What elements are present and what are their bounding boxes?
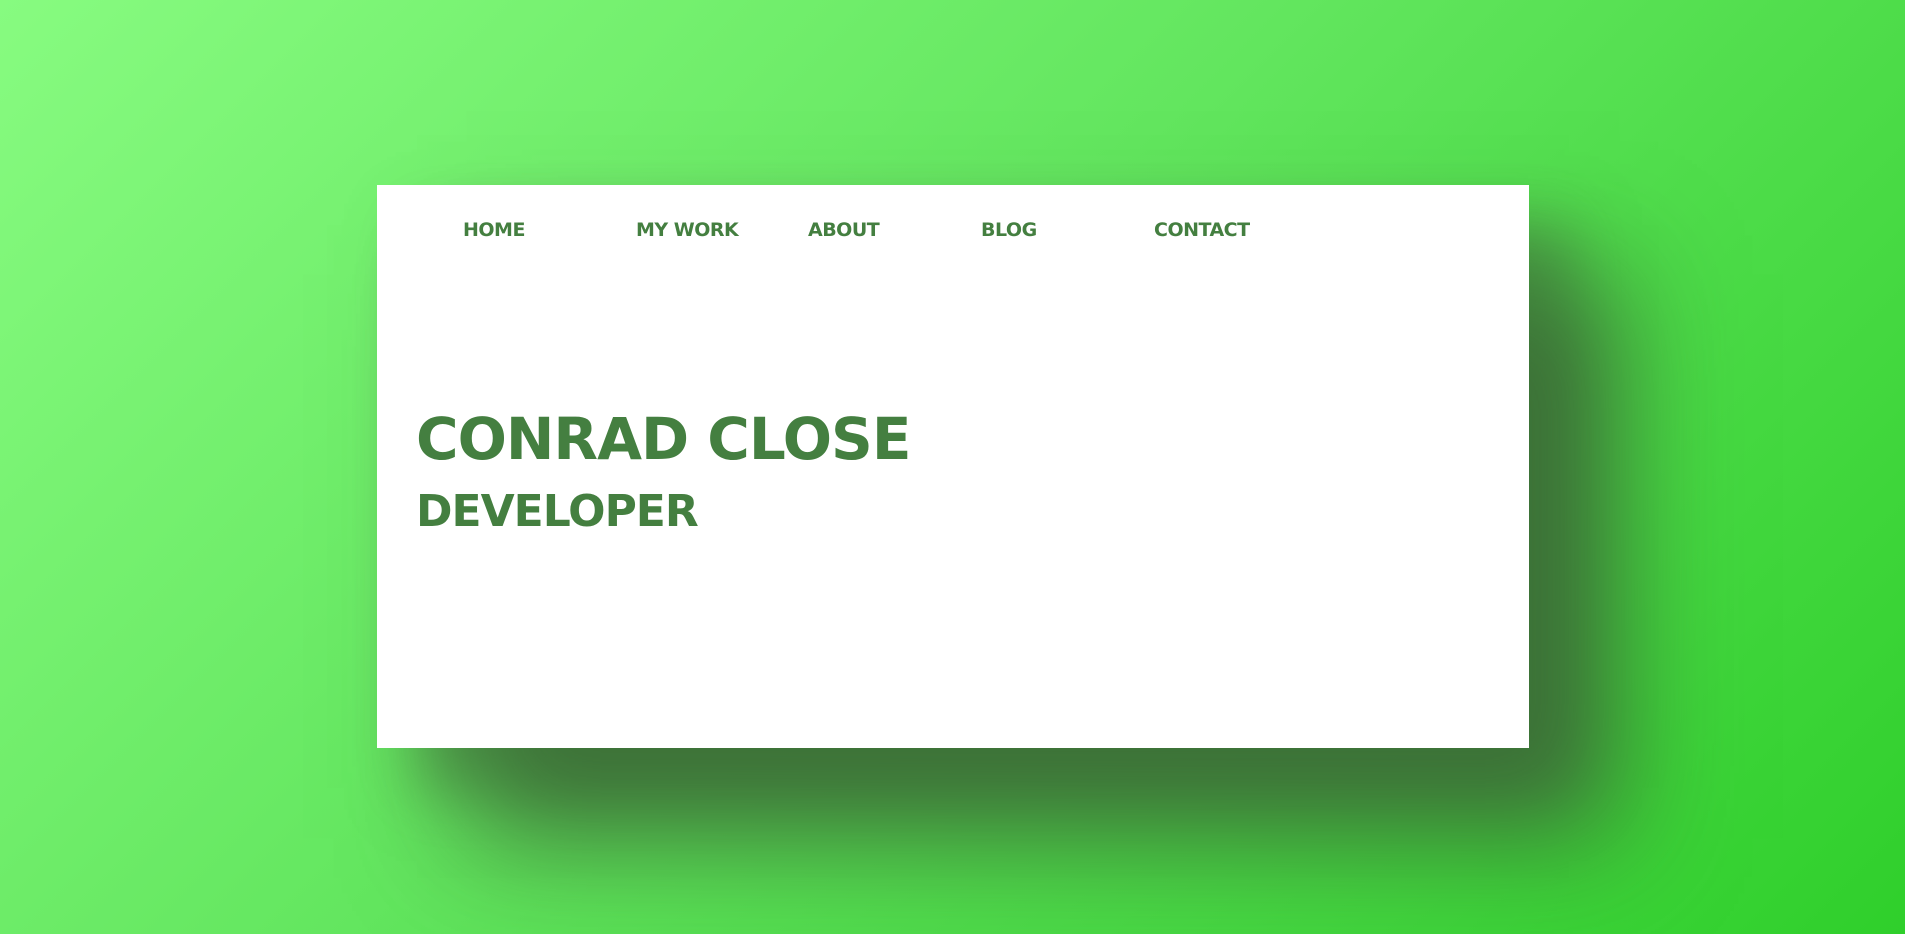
nav-link-contact[interactable]: CONTACT xyxy=(1154,221,1250,240)
page-background: { "nav": { "items": [ {"label": "Home"},… xyxy=(0,0,1905,934)
hero-role: DEVELOPER xyxy=(416,486,699,537)
main-card: Home MY WORK ABOUT BLOG CONTACT CONRAD C… xyxy=(377,185,1529,748)
hero-name: CONRAD CLOSE xyxy=(416,405,911,473)
nav-link-about[interactable]: ABOUT xyxy=(808,221,880,240)
nav-link-home[interactable]: Home xyxy=(463,221,525,240)
nav-link-blog[interactable]: BLOG xyxy=(981,221,1037,240)
top-navigation: Home MY WORK ABOUT BLOG CONTACT xyxy=(377,185,1529,285)
nav-link-my-work[interactable]: MY WORK xyxy=(636,221,739,240)
